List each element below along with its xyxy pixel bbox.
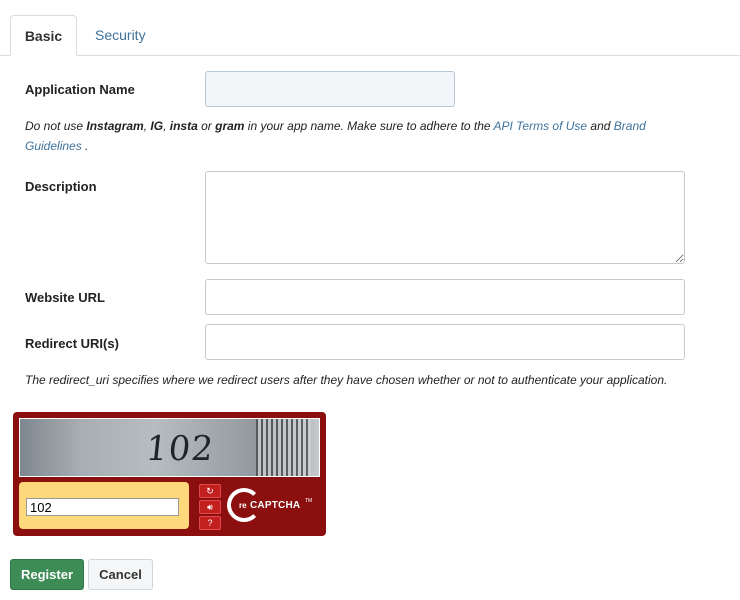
redirect-uri-input[interactable] [205,324,685,360]
application-name-label: Application Name [25,82,135,97]
redirect-uri-help-text: The redirect_uri specifies where we redi… [25,373,668,387]
tab-bar: Basic Security [0,0,740,56]
captcha-challenge-text: 102 [143,429,217,469]
description-label: Description [25,179,97,194]
cancel-button[interactable]: Cancel [88,559,153,590]
recaptcha-logo-re: re [239,501,247,510]
audio-icon[interactable]: 🔊︎ [199,500,221,514]
help-text-segment: . [81,139,89,153]
help-icon[interactable]: ? [199,516,221,530]
description-textarea[interactable] [205,171,685,264]
recaptcha-logo: re CAPTCHA TM [227,486,317,526]
help-text-segment: , [163,119,170,133]
captcha-challenge-image: 102 [19,418,320,477]
help-text-segment: Do not use [25,119,87,133]
website-url-input[interactable] [205,279,685,315]
help-keyword-gram: gram [215,119,245,133]
refresh-icon[interactable]: ↻ [199,484,221,498]
application-name-input[interactable] [205,71,455,107]
help-keyword-instagram: Instagram [86,119,144,133]
help-text-segment: and [587,119,614,133]
register-button[interactable]: Register [10,559,84,590]
app-name-help-text: Do not use Instagram, IG, insta or gram … [25,116,705,156]
recaptcha-logo-text: CAPTCHA [250,500,301,511]
help-text-segment: or [197,119,216,133]
tab-security[interactable]: Security [80,15,161,56]
api-terms-link[interactable]: API Terms of Use [494,119,588,133]
recaptcha-logo-tm: TM [305,498,313,504]
help-text-segment: in your app name. Make sure to adhere to… [244,119,494,133]
captcha-response-input[interactable] [26,498,179,516]
recaptcha-widget: 102 ↻ 🔊︎ ? re CAPTCHA TM [13,412,326,536]
redirect-uri-label: Redirect URI(s) [25,336,119,351]
tab-basic[interactable]: Basic [10,15,77,56]
help-keyword-ig: IG [150,119,164,133]
help-keyword-insta: insta [169,119,198,133]
website-url-label: Website URL [25,290,105,305]
captcha-image-texture [256,419,311,476]
captcha-input-area [19,482,189,529]
